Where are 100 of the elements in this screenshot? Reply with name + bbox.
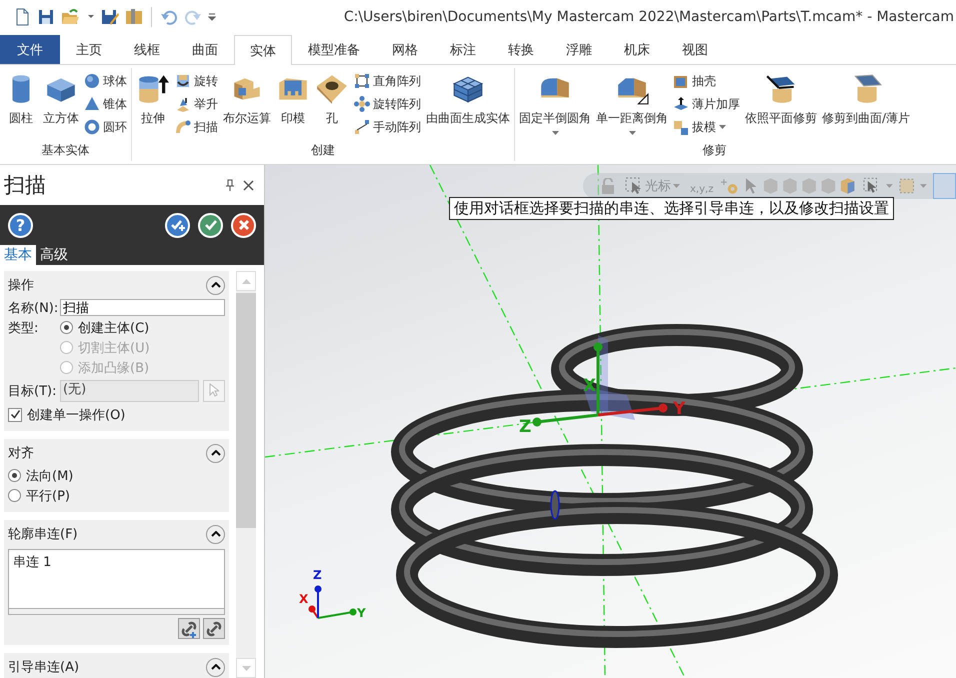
- check-icon: [204, 219, 218, 231]
- cross-icon: [238, 219, 250, 231]
- sphere-icon: [84, 73, 100, 89]
- ribbon-button[interactable]: 举升: [173, 93, 220, 115]
- ribbon-button[interactable]: 孔: [313, 70, 351, 129]
- checkbox[interactable]: 创建单一操作(O): [8, 406, 126, 424]
- customize-caret-icon: [208, 13, 216, 21]
- list-item[interactable]: 串连 1: [9, 550, 224, 574]
- check-plus-icon: [170, 218, 186, 232]
- ribbon-button[interactable]: 手动阵列: [352, 116, 423, 138]
- undo-icon: [160, 8, 178, 26]
- ribbon-button[interactable]: 旋转: [173, 70, 220, 92]
- select-box-icon[interactable]: [862, 177, 880, 195]
- sweep-icon: [175, 119, 191, 135]
- ribbon-button[interactable]: 修剪到曲面/薄片: [820, 70, 912, 129]
- ribbon-button[interactable]: 布尔运算: [221, 70, 273, 129]
- scrollbar[interactable]: [236, 271, 256, 678]
- chevron-icon: [210, 450, 220, 456]
- rectangular-array-icon: [354, 73, 370, 89]
- section-title: 操作: [8, 277, 34, 294]
- panel-tab[interactable]: 高级: [36, 245, 72, 265]
- field-label: 类型:: [8, 320, 40, 336]
- manual-array-icon: [354, 119, 370, 135]
- check-icon: [10, 409, 20, 420]
- ok-button[interactable]: [198, 212, 223, 238]
- cone-icon: [84, 96, 100, 112]
- chain-list[interactable]: 串连 1: [8, 549, 225, 615]
- collapse-button[interactable]: [206, 276, 225, 294]
- radio-button[interactable]: 创建主体(C): [60, 318, 150, 336]
- scrollbar-thumb[interactable]: [236, 293, 256, 528]
- save-icon: [37, 8, 55, 26]
- ribbon-button[interactable]: 拉伸: [134, 70, 172, 129]
- chain-icon: [205, 620, 223, 638]
- ribbon-button[interactable]: 薄片加厚: [671, 93, 742, 115]
- add-chain-button[interactable]: [178, 618, 200, 639]
- thicken-icon: [673, 96, 689, 112]
- ribbon-tab[interactable]: 主页: [60, 35, 118, 64]
- ribbon-button[interactable]: 抽壳: [671, 70, 742, 92]
- section-title: 轮廓串连(F): [8, 526, 78, 543]
- group-label: 创建: [311, 142, 335, 159]
- chevron-icon: [210, 282, 220, 288]
- ribbon-button[interactable]: 锥体: [82, 93, 129, 115]
- ribbon-button[interactable]: 拔模: [671, 116, 742, 138]
- group-label: 基本实体: [42, 142, 90, 159]
- chain-button[interactable]: [203, 618, 225, 639]
- ribbon-tab[interactable]: 网格: [376, 35, 434, 64]
- chain-plus-icon: [180, 620, 198, 638]
- ribbon-button[interactable]: 球体: [82, 70, 129, 92]
- radio-button[interactable]: 法向(M): [8, 466, 74, 484]
- close-icon: [243, 180, 254, 190]
- axis-label: Y: [357, 606, 366, 620]
- ribbon-button[interactable]: 依照平面修剪: [743, 70, 819, 129]
- file-tab[interactable]: 文件: [0, 35, 60, 64]
- section-title: 引导串连(A): [8, 659, 80, 676]
- axis-label: Z: [313, 568, 322, 582]
- open-folder-icon: [61, 8, 81, 26]
- up-arrow-icon: [242, 278, 250, 284]
- cursor-icon: [209, 382, 219, 396]
- ribbon-button[interactable]: 直角阵列: [352, 70, 423, 92]
- ribbon-button[interactable]: 立方体: [41, 70, 81, 129]
- ribbon-tab[interactable]: 转换: [492, 35, 550, 64]
- ribbon-button[interactable]: 圆柱: [2, 70, 40, 129]
- ribbon-button[interactable]: 印模: [274, 70, 312, 129]
- collapse-button[interactable]: [206, 658, 225, 676]
- help-button[interactable]: ?: [8, 212, 33, 238]
- ribbon-button[interactable]: 圆环: [82, 116, 129, 138]
- tooltip: 使用对话框选择要扫描的串连、选择引导串连，以及修改扫描设置: [449, 197, 894, 220]
- circular-array-icon: [354, 96, 370, 112]
- folder-icon: [125, 8, 143, 26]
- collapse-button[interactable]: [206, 444, 225, 462]
- axis-label: X: [583, 376, 596, 396]
- panel-tab[interactable]: 基本: [0, 245, 36, 265]
- ring-icon: [84, 119, 100, 135]
- name-field[interactable]: 扫描: [60, 299, 225, 316]
- ribbon-button[interactable]: 固定半倒圆角: [517, 70, 593, 137]
- group-label: 修剪: [702, 142, 727, 159]
- ribbon-tab[interactable]: 线框: [118, 35, 176, 64]
- collapse-button[interactable]: [206, 524, 225, 544]
- ribbon-tab[interactable]: 模型准备: [292, 35, 376, 64]
- pin-icon: [225, 179, 235, 191]
- ribbon-tab[interactable]: 机床: [608, 35, 666, 64]
- revolve-icon: [175, 73, 191, 89]
- select-box-icon: [625, 177, 643, 195]
- lock-icon: [601, 178, 615, 194]
- ok-and-new-button[interactable]: [165, 212, 190, 238]
- ribbon-tab[interactable]: 视图: [666, 35, 724, 64]
- ribbon-button[interactable]: 单一距离倒角: [594, 70, 670, 137]
- ribbon-tab[interactable]: 曲面: [176, 35, 234, 64]
- ribbon-tab[interactable]: 浮雕: [550, 35, 608, 64]
- cube-icons-drawing[interactable]: [762, 177, 857, 195]
- ribbon-button[interactable]: 旋转阵列: [352, 93, 423, 115]
- ribbon-button[interactable]: 扫描: [173, 116, 220, 138]
- redo-icon: [184, 8, 202, 26]
- chevron-icon: [210, 531, 220, 537]
- radio-button[interactable]: 平行(P): [8, 486, 70, 504]
- ribbon-tab[interactable]: 实体: [234, 35, 292, 65]
- ribbon-button[interactable]: 由曲面生成实体: [424, 70, 512, 129]
- cancel-button[interactable]: [231, 212, 256, 238]
- window-title: C:\Users\biren\Documents\My Mastercam 2022\Mastercam\Parts\T.mcam* - Mastercam: [344, 9, 955, 25]
- ribbon-tab[interactable]: 标注: [434, 35, 492, 64]
